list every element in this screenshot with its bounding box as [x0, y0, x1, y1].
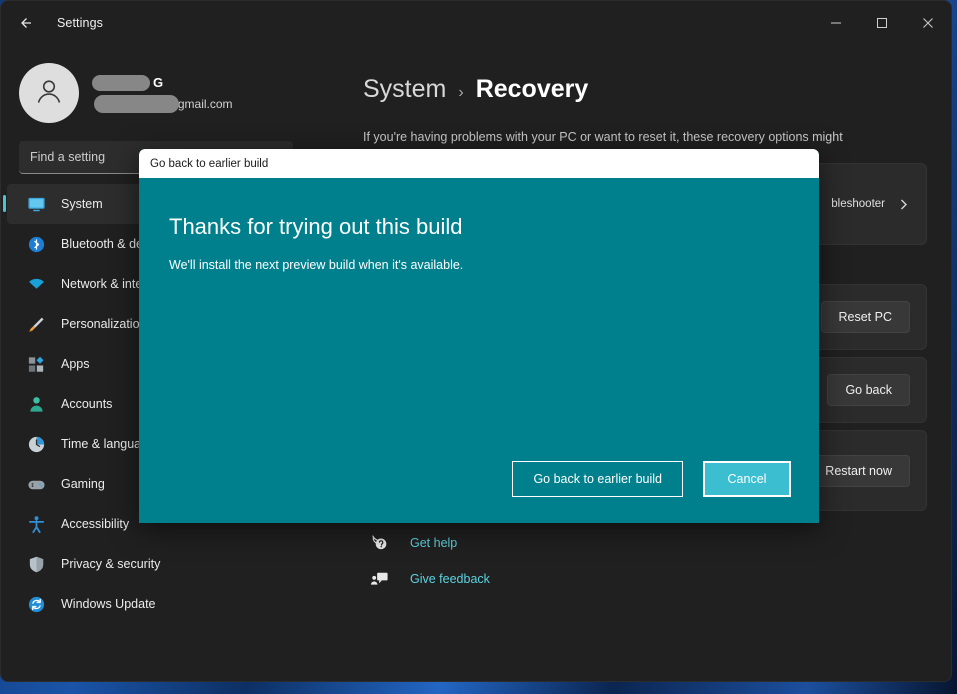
window-titlebar: Settings: [1, 1, 951, 45]
page-description: If you're having problems with your PC o…: [363, 130, 843, 144]
reset-pc-button[interactable]: Reset PC: [820, 300, 910, 333]
link-give-feedback[interactable]: Give feedback: [367, 569, 927, 588]
help-links: Get help Give feedback: [363, 533, 927, 588]
avatar: [19, 63, 79, 123]
close-icon: [922, 17, 934, 29]
sidebar-item-label: Accessibility: [61, 517, 130, 531]
minimize-button[interactable]: [813, 1, 859, 45]
go-back-button[interactable]: Go back: [827, 373, 910, 406]
gamepad-icon: [25, 473, 47, 495]
redaction-email: [94, 95, 179, 113]
help-question-icon: [367, 533, 391, 552]
update-sync-icon: [25, 593, 47, 615]
card-action-label: bleshooter: [831, 197, 885, 210]
window-controls: [813, 1, 951, 45]
chevron-right-icon[interactable]: [885, 198, 910, 211]
wifi-icon: [25, 273, 47, 295]
restart-now-button[interactable]: Restart now: [807, 454, 910, 487]
sidebar-item-privacy-security[interactable]: Privacy & security: [7, 544, 305, 584]
dialog-titlebar: Go back to earlier build: [139, 149, 819, 178]
dialog-cancel-button[interactable]: Cancel: [703, 461, 791, 497]
arrow-left-icon: [17, 15, 33, 31]
paintbrush-icon: [25, 313, 47, 335]
clock-icon: [25, 433, 47, 455]
go-back-dialog: Go back to earlier build Thanks for tryi…: [139, 149, 819, 523]
link-label: Get help: [410, 535, 458, 550]
sidebar-item-label: System: [61, 197, 103, 211]
dialog-title: Go back to earlier build: [150, 157, 269, 170]
accessibility-icon: [25, 513, 47, 535]
sidebar-item-windows-update[interactable]: Windows Update: [7, 584, 305, 624]
maximize-button[interactable]: [859, 1, 905, 45]
sidebar-item-label: Gaming: [61, 477, 105, 491]
profile-text: G n@gmail.com: [92, 74, 244, 113]
shield-icon: [25, 553, 47, 575]
link-label: Give feedback: [410, 571, 490, 586]
link-get-help[interactable]: Get help: [367, 533, 927, 552]
person-icon: [25, 393, 47, 415]
back-button[interactable]: [7, 5, 43, 41]
window-title: Settings: [57, 16, 103, 30]
dialog-body: Thanks for trying out this build We'll i…: [139, 178, 819, 523]
close-button[interactable]: [905, 1, 951, 45]
chevron-right-icon: ›: [458, 84, 464, 101]
user-profile[interactable]: G n@gmail.com: [1, 49, 311, 141]
sidebar-item-label: Windows Update: [61, 597, 156, 611]
sidebar-item-label: Accounts: [61, 397, 113, 411]
bluetooth-icon: [25, 233, 47, 255]
sidebar-item-label: Personalization: [61, 317, 147, 331]
dialog-actions: Go back to earlier build Cancel: [512, 461, 791, 497]
sidebar-item-label: Privacy & security: [61, 557, 161, 571]
maximize-icon: [876, 17, 888, 29]
monitor-icon: [25, 193, 47, 215]
dialog-message: We'll install the next preview build whe…: [169, 258, 464, 272]
dialog-heading: Thanks for trying out this build: [169, 214, 463, 239]
apps-grid-icon: [25, 353, 47, 375]
feedback-chat-icon: [367, 569, 391, 588]
settings-window: Settings G n@gmail.com Find a setting Sy…: [0, 0, 952, 682]
minimize-icon: [830, 17, 842, 29]
sidebar-item-label: Apps: [61, 357, 90, 371]
breadcrumb: System › Recovery: [363, 75, 927, 104]
redaction-name: [92, 75, 150, 91]
page-title: Recovery: [475, 75, 589, 103]
person-avatar-icon: [32, 74, 66, 113]
dialog-go-back-button[interactable]: Go back to earlier build: [512, 461, 683, 497]
breadcrumb-parent[interactable]: System: [363, 75, 446, 104]
